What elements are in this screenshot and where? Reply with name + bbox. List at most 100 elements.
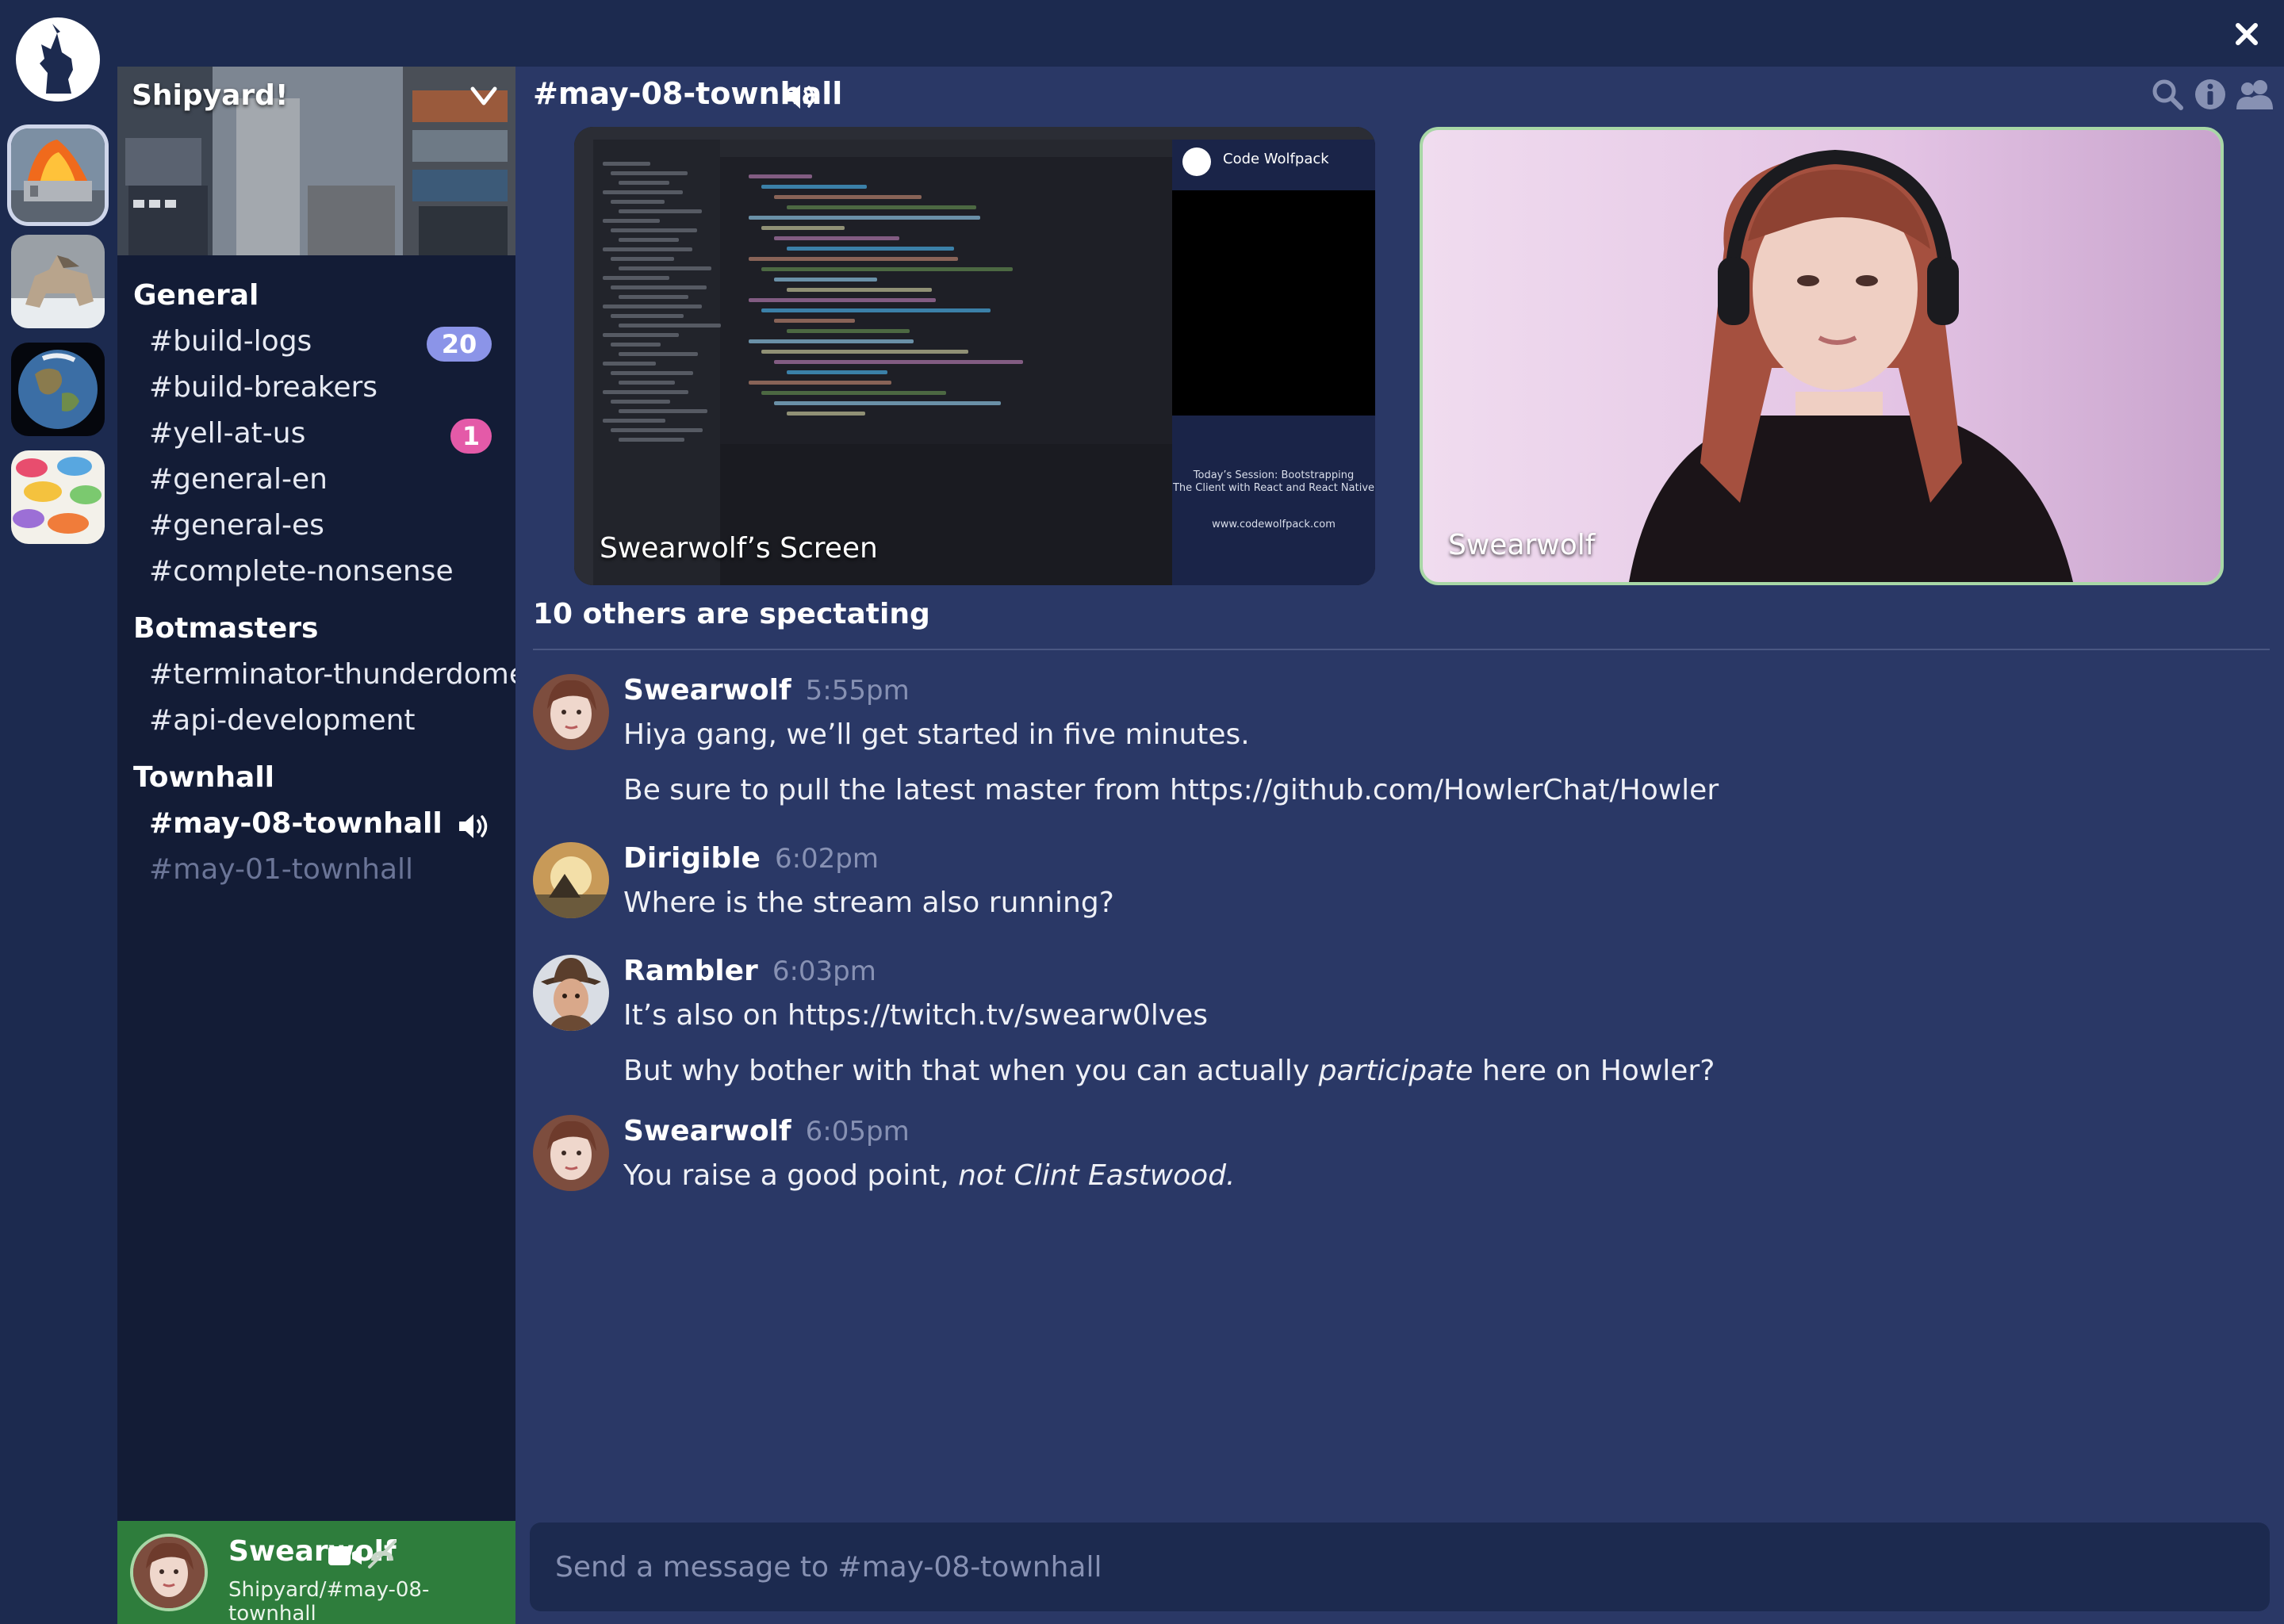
hang-up-icon[interactable] <box>365 1537 400 1572</box>
file-tree-line <box>603 419 665 423</box>
file-tree-line <box>611 314 684 318</box>
file-tree-line <box>619 266 711 270</box>
message-input[interactable] <box>530 1522 2270 1611</box>
message-text-emphasis: not Clint Eastwood. <box>958 1159 1236 1192</box>
camera-tile[interactable]: Swearwolf <box>1420 127 2224 585</box>
code-editor-screen-image <box>574 127 1375 585</box>
speaker-icon[interactable] <box>784 81 818 113</box>
close-icon <box>2236 23 2258 45</box>
code-line <box>749 339 914 343</box>
file-tree-line <box>611 228 697 232</box>
code-line <box>749 174 812 178</box>
code-line <box>761 350 968 354</box>
category-general[interactable]: General <box>133 279 259 312</box>
message-text: You raise a good point, not Clint Eastwo… <box>623 1159 1236 1192</box>
info-icon[interactable] <box>2194 78 2227 111</box>
code-line <box>749 257 958 261</box>
channel-terminator-thunderdome[interactable]: #terminator-thunderdome <box>149 658 527 691</box>
file-tree-line <box>619 352 698 356</box>
message-text: It’s also on https://twitch.tv/swearw0lv… <box>623 999 1209 1032</box>
channel-general-es[interactable]: #general-es <box>149 509 324 542</box>
code-line <box>749 298 936 302</box>
category-townhall[interactable]: Townhall <box>133 761 274 794</box>
server-wolf[interactable] <box>11 235 105 328</box>
channel-complete-nonsense[interactable]: #complete-nonsense <box>149 555 454 588</box>
server-earth[interactable] <box>11 343 105 436</box>
message-author-name[interactable]: Rambler <box>623 955 758 987</box>
server-banner[interactable]: Shipyard! <box>117 67 515 255</box>
file-tree-line <box>611 257 674 261</box>
search-icon[interactable] <box>2151 78 2184 111</box>
code-line <box>761 391 946 395</box>
channel-api-development[interactable]: #api-development <box>149 704 416 737</box>
channel-general-en[interactable]: #general-en <box>149 463 328 496</box>
code-line <box>787 412 865 416</box>
video-camera-icon[interactable] <box>327 1543 363 1568</box>
howler-logo[interactable] <box>16 17 100 102</box>
channel-may-08-townhall[interactable]: #may-08-townhall <box>149 807 443 840</box>
spectating-count: 10 others are spectating <box>533 598 930 630</box>
file-tree-line <box>619 324 721 327</box>
camera-label: Swearwolf <box>1448 529 1596 561</box>
chevron-down-icon[interactable] <box>469 81 498 109</box>
code-line <box>749 216 980 220</box>
channel-may-01-townhall[interactable]: #may-01-townhall <box>149 853 413 886</box>
user-panel: Swearwolf Shipyard/#may-08-townhall <box>117 1521 515 1624</box>
screen-session-2: The Client with React and React Native <box>1172 482 1375 494</box>
file-tree-line <box>603 219 660 223</box>
server-shipyard[interactable] <box>11 128 105 222</box>
file-tree-line <box>611 400 670 404</box>
code-line <box>774 236 899 240</box>
message-author-name[interactable]: Swearwolf <box>623 1115 791 1147</box>
wolf-icon <box>11 235 105 328</box>
code-line <box>787 205 976 209</box>
top-bar <box>0 0 2284 67</box>
message-text: But why bother with that when you can ac… <box>623 1055 1715 1087</box>
message-timestamp: 6:02pm <box>774 843 879 875</box>
dirigible-avatar-image <box>533 842 609 918</box>
earth-icon <box>11 343 105 436</box>
message-text: Where is the stream also running? <box>623 887 1114 919</box>
code-line <box>774 360 1023 364</box>
server-speech-bubbles[interactable] <box>11 450 105 544</box>
code-line <box>761 226 845 230</box>
file-tree-line <box>611 428 703 432</box>
file-tree-line <box>603 190 683 194</box>
channel-build-logs[interactable]: #build-logs <box>149 325 312 358</box>
avatar[interactable] <box>533 842 609 918</box>
members-icon[interactable] <box>2235 78 2274 111</box>
code-line <box>774 278 877 282</box>
message-author: Dirigible 6:02pm <box>623 842 879 875</box>
screen-session-1: Today’s Session: Bootstrapping <box>1193 469 1355 481</box>
screen-brand: Code Wolfpack <box>1223 151 1329 167</box>
code-line <box>787 329 910 333</box>
divider <box>533 649 2270 650</box>
main-panel: #may-08-townhall Code Wolfpack Today’s S… <box>515 67 2284 1624</box>
channel-build-breakers[interactable]: #build-breakers <box>149 371 377 404</box>
channel-yell-at-us[interactable]: #yell-at-us <box>149 417 305 450</box>
code-line <box>761 308 991 312</box>
close-button[interactable] <box>2227 14 2267 54</box>
avatar[interactable] <box>533 1115 609 1191</box>
code-line <box>787 247 954 251</box>
swearwolf-avatar-image <box>533 674 609 750</box>
screen-share-tile[interactable]: Code Wolfpack Today’s Session: Bootstrap… <box>574 127 1375 585</box>
code-line <box>787 288 932 292</box>
message-author-name[interactable]: Swearwolf <box>623 674 791 707</box>
avatar[interactable] <box>533 674 609 750</box>
message-timestamp: 6:03pm <box>772 956 876 987</box>
message-author-name[interactable]: Dirigible <box>623 842 761 875</box>
code-line <box>761 267 1013 271</box>
file-tree-line <box>619 209 702 213</box>
avatar[interactable] <box>533 955 609 1031</box>
server-rail <box>0 0 117 1624</box>
screen-share-label: Swearwolf’s Screen <box>600 532 878 565</box>
unread-badge: 20 <box>427 327 492 362</box>
avatar[interactable] <box>130 1534 208 1611</box>
message-author: Swearwolf 6:05pm <box>623 1115 910 1147</box>
message-text-emphasis: participate <box>1318 1055 1473 1087</box>
message-text-part: here on Howler? <box>1473 1055 1715 1087</box>
category-botmasters[interactable]: Botmasters <box>133 612 318 645</box>
mention-badge: 1 <box>450 419 492 454</box>
code-line <box>774 319 855 323</box>
